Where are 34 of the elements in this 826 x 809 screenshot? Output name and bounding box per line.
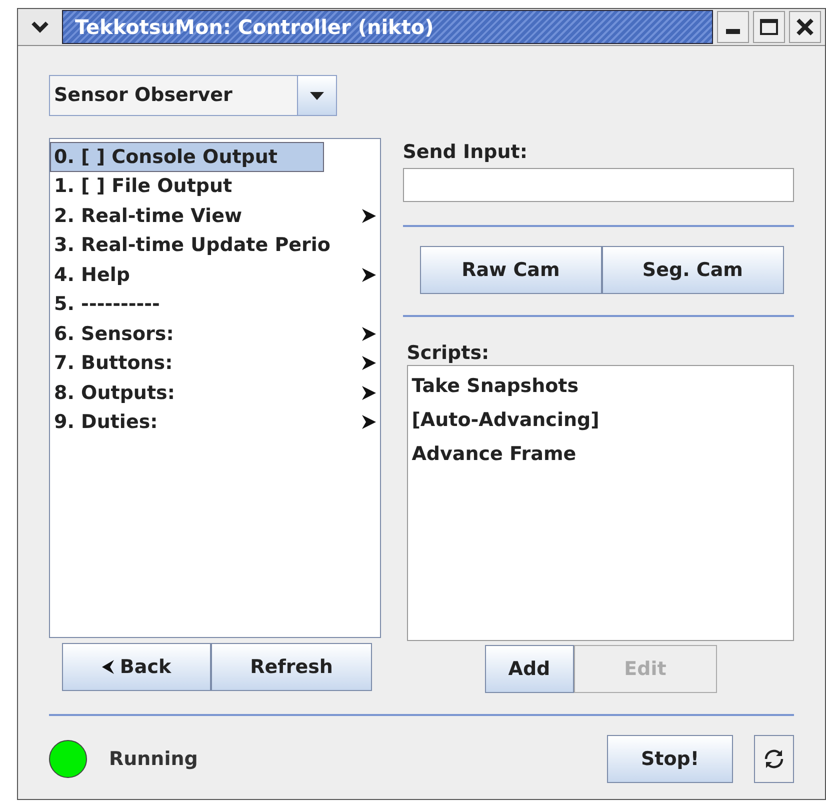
dropdown-arrow-icon: [309, 90, 325, 100]
window-title: TekkotsuMon: Controller (nikto): [62, 10, 713, 44]
menu-item[interactable]: 0. [ ] Console Output: [50, 142, 324, 172]
menu-item[interactable]: 8. Outputs:: [50, 378, 362, 408]
minimize-button[interactable]: [717, 11, 749, 43]
menu-item[interactable]: 6. Sensors:: [50, 318, 362, 349]
script-item[interactable]: [Auto-Advancing]: [412, 403, 793, 437]
script-item[interactable]: Take Snapshots: [412, 369, 793, 403]
back-arrow-icon: [102, 660, 114, 674]
menu-item[interactable]: 5. ----------: [50, 289, 376, 320]
send-input-label: Send Input:: [402, 140, 528, 164]
menu-item[interactable]: 2. Real-time View: [50, 200, 362, 231]
chevron-icon[interactable]: [31, 21, 49, 33]
reload-button[interactable]: [754, 735, 794, 783]
send-input-field[interactable]: [402, 168, 794, 202]
scripts-label: Scripts:: [406, 341, 490, 365]
close-button[interactable]: [789, 11, 821, 43]
stop-button[interactable]: Stop!: [607, 735, 733, 783]
mode-dropdown[interactable]: Sensor Observer: [49, 75, 337, 116]
script-item[interactable]: Advance Frame: [412, 437, 793, 471]
menu-item[interactable]: 7. Buttons:: [50, 348, 362, 378]
back-button[interactable]: Back: [62, 643, 211, 691]
menu-item[interactable]: 4. Help: [50, 260, 362, 290]
refresh-button[interactable]: Refresh: [211, 643, 372, 691]
menu-item[interactable]: 9. Duties:: [50, 407, 362, 438]
close-icon: [796, 18, 814, 36]
camera-button[interactable]: Seg. Cam: [602, 246, 784, 294]
status-text: Running: [109, 746, 198, 772]
maximize-button[interactable]: [753, 11, 785, 43]
add-button[interactable]: Add: [484, 645, 574, 693]
menu-item[interactable]: 3. Real-time Update Perio: [50, 230, 376, 260]
menu-item[interactable]: 1. [ ] File Output: [50, 171, 376, 202]
camera-button[interactable]: Raw Cam: [420, 246, 602, 294]
refresh-icon: [762, 747, 786, 771]
